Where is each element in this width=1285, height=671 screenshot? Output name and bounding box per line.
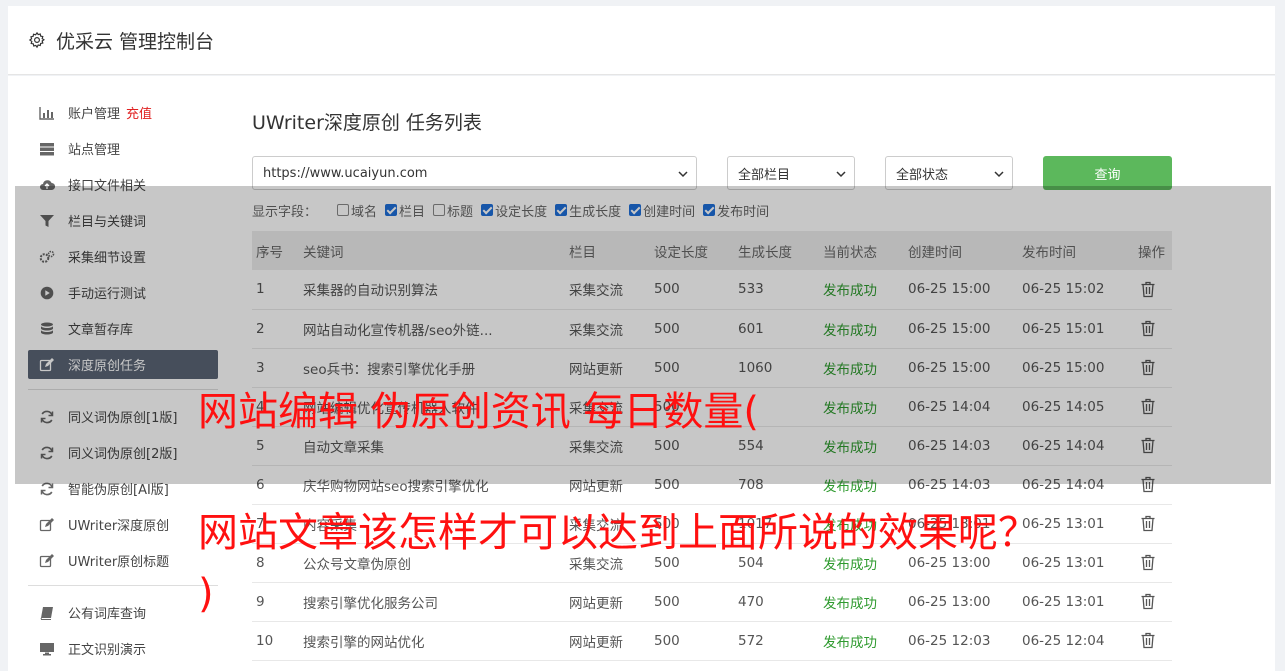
trash-icon[interactable] xyxy=(1138,593,1172,610)
trash-icon[interactable] xyxy=(1138,515,1172,532)
table-cell: 500 xyxy=(650,582,734,622)
table-cell: 网站更新 xyxy=(565,582,650,622)
table-cell: 06-25 12:04 xyxy=(1018,621,1134,661)
site-select[interactable]: https://www.ucaiyun.com xyxy=(252,156,697,190)
recharge-link[interactable]: 充值 xyxy=(126,103,152,122)
delete-action-cell xyxy=(1134,543,1172,583)
sidebar-item-label: 站点管理 xyxy=(68,143,121,158)
sidebar-item[interactable]: UWriter原创标题 xyxy=(28,546,218,575)
table-row: 9 搜索引擎优化服务公司 网站更新 500 470 发布成功 06-25 13:00 06-2… xyxy=(252,582,1172,622)
book-icon xyxy=(38,606,56,620)
column-select[interactable]: 全部栏目 xyxy=(727,156,855,190)
table-cell: 572 xyxy=(734,621,819,661)
table-cell: 发布成功 xyxy=(819,582,904,622)
table-cell: 搜索引擎的网站优化 xyxy=(299,621,565,661)
delete-action-cell xyxy=(1134,504,1172,544)
sidebar-item-label: 账户管理 xyxy=(68,107,121,122)
delete-action-cell xyxy=(1134,621,1172,661)
sidebar-item-label: 正文识别演示 xyxy=(68,643,147,658)
table-row: 10 搜索引擎的网站优化 网站更新 500 572 发布成功 06-25 12:03 06-2… xyxy=(252,621,1172,661)
site-select-value: https://www.ucaiyun.com xyxy=(263,165,428,181)
app-title: 优采云 管理控制台 xyxy=(56,30,215,53)
overlay-headline-line3: ) xyxy=(198,571,214,617)
table-cell: 10 xyxy=(252,621,299,661)
table-cell: 06-25 13:01 xyxy=(1018,582,1134,622)
edit-icon xyxy=(38,517,56,532)
server-icon xyxy=(38,142,56,156)
top-bar: 优采云 管理控制台 xyxy=(8,6,1275,75)
chevron-down-icon xyxy=(678,171,688,178)
bar-chart-icon xyxy=(38,106,56,120)
sidebar-item[interactable]: 公有词库查询 xyxy=(28,598,218,627)
status-select-value: 全部状态 xyxy=(896,167,949,183)
sidebar-item-label: UWriter原创标题 xyxy=(68,555,170,570)
query-button[interactable]: 查询 xyxy=(1043,156,1172,190)
sidebar-item[interactable]: 站点管理 xyxy=(28,134,218,163)
sidebar-item[interactable]: 账户管理 充值 xyxy=(28,98,218,127)
monitor-icon xyxy=(38,642,56,656)
filter-bar: https://www.ucaiyun.com 全部栏目 全部状态 查询 xyxy=(252,156,1172,190)
page-title: UWriter深度原创 任务列表 xyxy=(252,112,482,134)
sidebar-item-label: UWriter深度原创 xyxy=(68,519,170,534)
chevron-down-icon xyxy=(994,171,1004,178)
delete-action-cell xyxy=(1134,582,1172,622)
gear-icon xyxy=(28,31,45,49)
table-cell: 9 xyxy=(252,582,299,622)
table-cell: 发布成功 xyxy=(819,621,904,661)
trash-icon[interactable] xyxy=(1138,554,1172,571)
sidebar-item[interactable]: UWriter深度原创 xyxy=(28,510,218,539)
overlay-headline-line1: 网站编辑 伪原创资讯 每日数量( xyxy=(198,389,760,435)
table-cell: 500 xyxy=(650,621,734,661)
status-select[interactable]: 全部状态 xyxy=(885,156,1013,190)
edit-icon xyxy=(38,553,56,568)
overlay-headline-line2: 网站文章该怎样才可以达到上面所说的效果呢？ xyxy=(198,510,1038,556)
column-select-value: 全部栏目 xyxy=(738,167,791,183)
table-cell: 06-25 12:03 xyxy=(904,621,1018,661)
table-cell: 搜索引擎优化服务公司 xyxy=(299,582,565,622)
sidebar-item-label: 公有词库查询 xyxy=(68,607,147,622)
sidebar-item[interactable]: 正文识别演示 xyxy=(28,634,218,663)
table-cell: 网站更新 xyxy=(565,621,650,661)
chevron-down-icon xyxy=(836,171,846,178)
table-cell: 470 xyxy=(734,582,819,622)
dim-overlay xyxy=(15,186,1271,484)
table-cell: 06-25 13:00 xyxy=(904,582,1018,622)
trash-icon[interactable] xyxy=(1138,632,1172,649)
sidebar-divider xyxy=(28,585,218,586)
